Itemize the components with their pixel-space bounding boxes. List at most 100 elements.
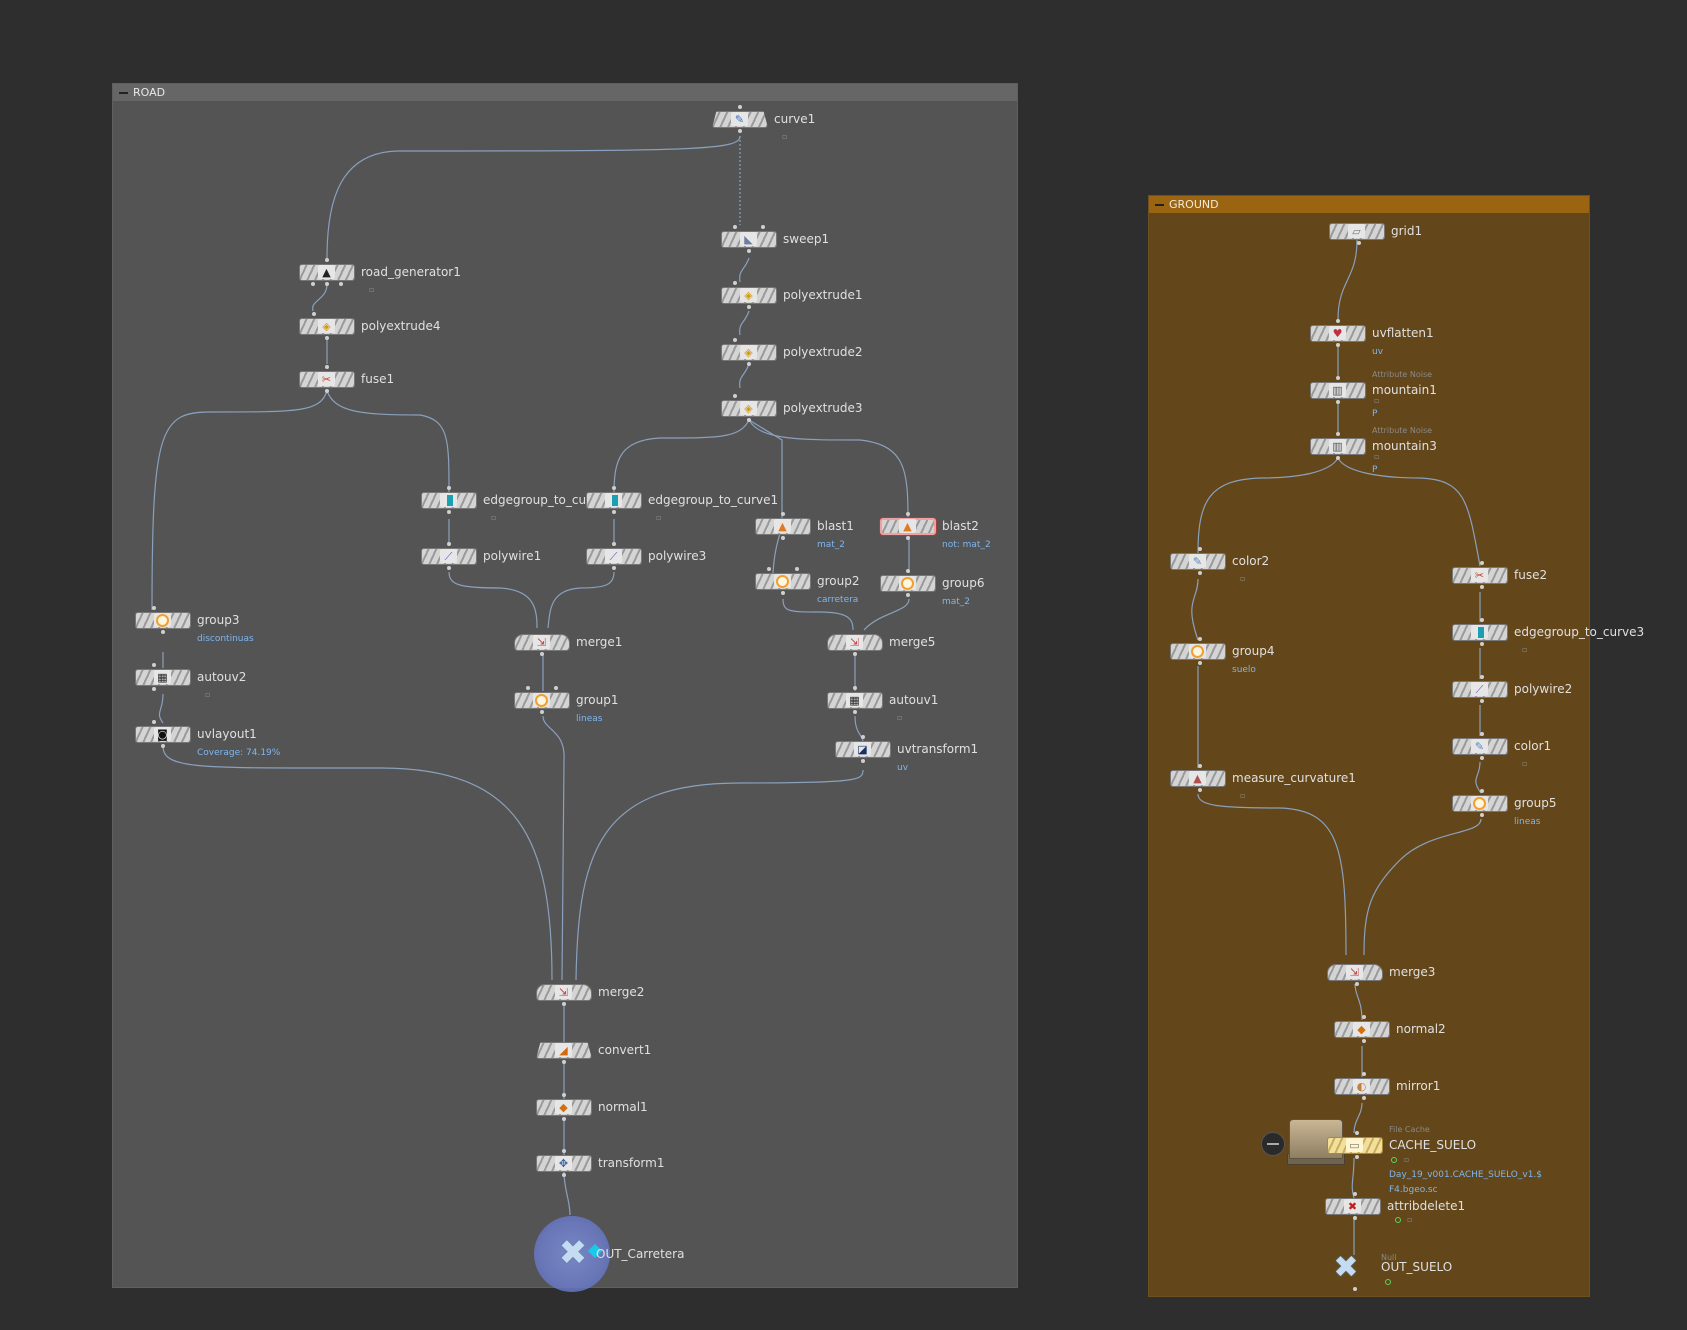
output-connector[interactable] [1480,699,1484,703]
input-connector[interactable] [906,569,910,573]
output-connector[interactable] [161,744,165,748]
input-connector[interactable] [781,512,785,516]
input-connector[interactable] [906,512,910,516]
polyextrude-icon: ◈ [740,345,757,359]
input-connector[interactable] [733,281,737,285]
ground-box-header[interactable]: GROUND [1149,196,1589,213]
output-connector[interactable] [906,536,910,540]
input-connector[interactable] [1355,1131,1359,1135]
output-connector[interactable] [339,282,343,286]
input-connector[interactable] [1362,1072,1366,1076]
output-connector[interactable] [562,1117,566,1121]
output-connector[interactable] [781,591,785,595]
input-connector[interactable] [1362,1015,1366,1019]
output-connector[interactable] [747,305,751,309]
input-connector[interactable] [767,567,771,571]
output-connector[interactable] [161,630,165,634]
output-connector[interactable] [1355,1155,1359,1159]
input-connector[interactable] [152,663,156,667]
output-connector[interactable] [1353,1287,1357,1291]
output-connector[interactable] [1480,585,1484,589]
input-connector[interactable] [733,338,737,342]
input-connector[interactable] [1198,764,1202,768]
output-connector[interactable] [1480,813,1484,817]
output-connector[interactable] [562,1173,566,1177]
output-connector[interactable] [747,249,751,253]
input-connector[interactable] [325,365,329,369]
input-connector[interactable] [1198,637,1202,641]
output-connector[interactable] [152,687,156,691]
output-connector[interactable] [1480,642,1484,646]
output-connector[interactable] [1198,788,1202,792]
output-connector[interactable] [1357,241,1361,245]
output-connector[interactable] [738,129,742,133]
output-connector[interactable] [747,362,751,366]
output-connector[interactable] [1480,756,1484,760]
bypass-toggle-icon[interactable] [1261,1132,1285,1156]
output-connector[interactable] [1362,1096,1366,1100]
output-connector[interactable] [447,566,451,570]
comment-flag-icon: ▫ [1240,791,1246,800]
input-connector[interactable] [1336,319,1340,323]
input-connector[interactable] [1336,432,1340,436]
output-connector[interactable] [747,418,751,422]
output-connector[interactable] [562,1060,566,1064]
road-box-header[interactable]: ROAD [113,84,1017,101]
input-connector[interactable] [325,258,329,262]
output-connector[interactable] [853,652,857,656]
output-connector[interactable] [1336,400,1340,404]
input-connector[interactable] [1480,618,1484,622]
output-connector[interactable] [540,652,544,656]
output-connector[interactable] [1198,571,1202,575]
input-connector[interactable] [152,720,156,724]
output-connector[interactable] [325,336,329,340]
output-connector[interactable] [612,510,616,514]
output-connector[interactable] [1336,343,1340,347]
input-connector[interactable] [1480,561,1484,565]
input-connector[interactable] [1480,732,1484,736]
collapse-icon[interactable] [1155,204,1164,206]
output-connector[interactable] [1353,1216,1357,1220]
input-connector[interactable] [612,486,616,490]
input-connector[interactable] [554,686,558,690]
output-connector[interactable] [1362,1039,1366,1043]
input-connector[interactable] [562,1093,566,1097]
input-connector[interactable] [1480,789,1484,793]
input-connector[interactable] [738,105,742,109]
input-connector[interactable] [152,606,156,610]
output-connector[interactable] [612,566,616,570]
output-connector[interactable] [1198,661,1202,665]
output-connector[interactable] [861,759,865,763]
input-connector[interactable] [562,1149,566,1153]
node-type-label: Attribute Noise [1372,370,1433,379]
input-connector[interactable] [1198,547,1202,551]
output-connector[interactable] [311,282,315,286]
node-label: group3 [197,613,240,627]
input-connector[interactable] [447,542,451,546]
input-connector[interactable] [1480,675,1484,679]
input-connector[interactable] [733,394,737,398]
output-connector[interactable] [853,710,857,714]
output-connector[interactable] [562,1002,566,1006]
node-label: grid1 [1391,224,1423,238]
output-connector[interactable] [325,282,329,286]
output-connector[interactable] [447,510,451,514]
input-connector[interactable] [761,225,765,229]
input-connector[interactable] [1353,1192,1357,1196]
input-connector[interactable] [1336,376,1340,380]
collapse-icon[interactable] [119,92,128,94]
input-connector[interactable] [853,686,857,690]
input-connector[interactable] [312,312,316,316]
input-connector[interactable] [447,486,451,490]
output-connector[interactable] [1336,456,1340,460]
output-connector[interactable] [1355,982,1359,986]
input-connector[interactable] [733,225,737,229]
output-connector[interactable] [781,536,785,540]
input-connector[interactable] [612,542,616,546]
input-connector[interactable] [526,686,530,690]
input-connector[interactable] [861,735,865,739]
input-connector[interactable] [795,567,799,571]
output-connector[interactable] [906,593,910,597]
output-connector[interactable] [540,710,544,714]
output-connector[interactable] [325,389,329,393]
